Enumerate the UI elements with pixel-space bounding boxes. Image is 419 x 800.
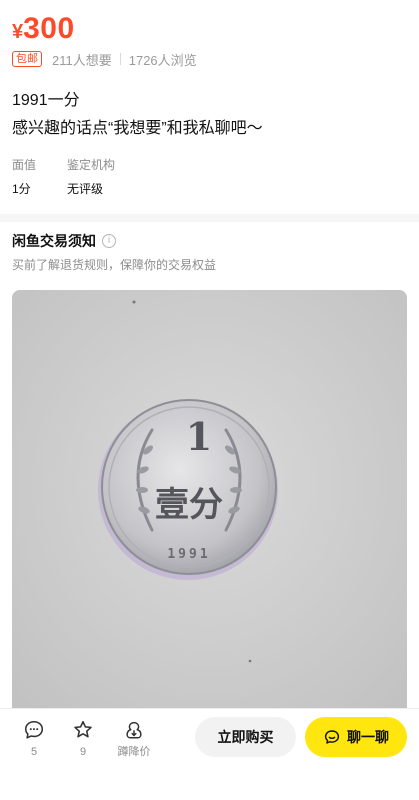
price-value: 300 xyxy=(23,12,75,45)
star-icon xyxy=(74,720,92,738)
comments-count: 5 xyxy=(30,746,38,758)
meta-divider xyxy=(119,53,121,65)
view-count: 1726人浏览 xyxy=(128,52,197,68)
coin-denomination: 1 xyxy=(186,414,212,459)
section-divider xyxy=(0,214,419,222)
comment-icon xyxy=(24,720,44,739)
favorite-action[interactable]: 9 xyxy=(63,719,103,759)
trade-notice-link[interactable]: 闲鱼交易须知 i xyxy=(12,232,116,250)
info-icon[interactable]: i xyxy=(102,234,116,248)
chat-button-label: 聊一聊 xyxy=(347,729,389,745)
coin-text: 壹分 xyxy=(155,485,223,525)
trade-notice-title: 闲鱼交易须知 xyxy=(12,233,96,249)
price-drop-label: 蹲降价 xyxy=(117,746,151,758)
attribute-label: 鉴定机构 xyxy=(67,158,116,172)
attribute-grading-agency: 鉴定机构 无评级 xyxy=(67,156,187,198)
listing-description: 感兴趣的话点“我想要”和我私聊吧～ xyxy=(12,120,263,137)
comments-action[interactable]: 5 xyxy=(14,719,54,759)
price-drop-action[interactable]: 蹲降价 xyxy=(113,719,155,759)
bottom-action-bar: 5 9 蹲降价 立即购买 聊一聊 xyxy=(0,708,419,800)
free-shipping-badge: 包邮 xyxy=(12,51,42,67)
chat-button[interactable]: 聊一聊 xyxy=(305,717,407,757)
price: ¥ 300 xyxy=(12,12,75,46)
attribute-value: 无评级 xyxy=(67,182,104,196)
listing-meta: 包邮 211人想要 1726人浏览 xyxy=(12,50,197,68)
coin-image: 1 壹分 1991 xyxy=(12,290,407,720)
trade-notice-subtitle: 买前了解退货规则，保障你的交易权益 xyxy=(12,258,217,272)
buy-now-button[interactable]: 立即购买 xyxy=(195,717,296,757)
product-photo[interactable]: 1 壹分 1991 xyxy=(12,290,407,720)
favorites-count: 9 xyxy=(79,746,87,758)
want-count: 211人想要 xyxy=(52,52,112,68)
price-currency: ¥ xyxy=(12,21,24,43)
listing-title: 1991一分 xyxy=(12,92,80,109)
price-drop-icon xyxy=(126,721,142,739)
coin-year: 1991 xyxy=(167,547,210,562)
chat-icon xyxy=(324,730,340,744)
